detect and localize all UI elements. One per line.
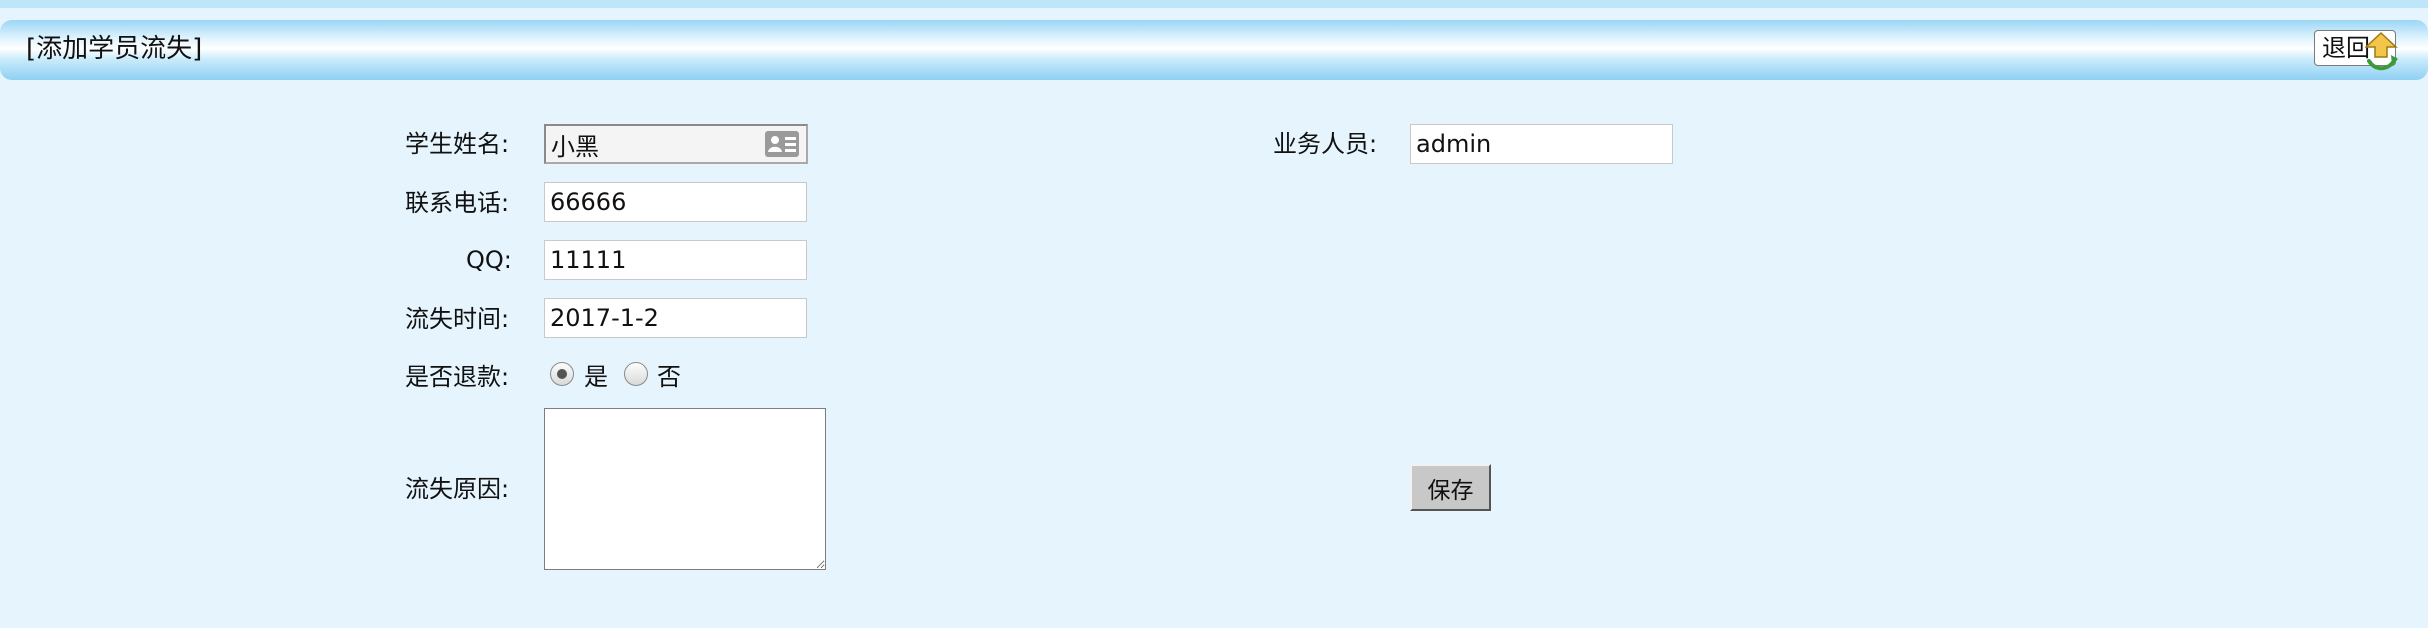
reason-label: 流失原因: [405,475,510,503]
refund-no-label: 否 [657,363,681,391]
churn-date-input[interactable] [544,298,807,338]
qq-label: QQ: [466,246,512,274]
id-card-icon[interactable] [764,130,800,158]
salesperson-label: 业务人员: [1273,130,1378,158]
churn-date-label: 流失时间: [405,305,510,333]
refund-no-radio[interactable] [624,362,648,386]
page-title: [添加学员流失] [26,34,203,64]
save-button[interactable]: 保存 [1410,464,1491,511]
title-bar [0,20,2428,80]
refund-yes-label: 是 [584,363,608,391]
reason-textarea[interactable] [544,408,826,570]
return-arrow-icon [2365,31,2398,71]
student-name-label: 学生姓名: [405,130,510,158]
back-button-label: 退回 [2322,34,2370,62]
qq-input[interactable] [544,240,807,280]
top-strip [0,0,2428,8]
phone-label: 联系电话: [405,189,510,217]
phone-input[interactable] [544,182,807,222]
salesperson-input[interactable] [1410,124,1673,164]
back-button[interactable]: 退回 [2314,30,2398,71]
refund-label: 是否退款: [405,363,510,391]
refund-yes-radio[interactable] [550,362,574,386]
